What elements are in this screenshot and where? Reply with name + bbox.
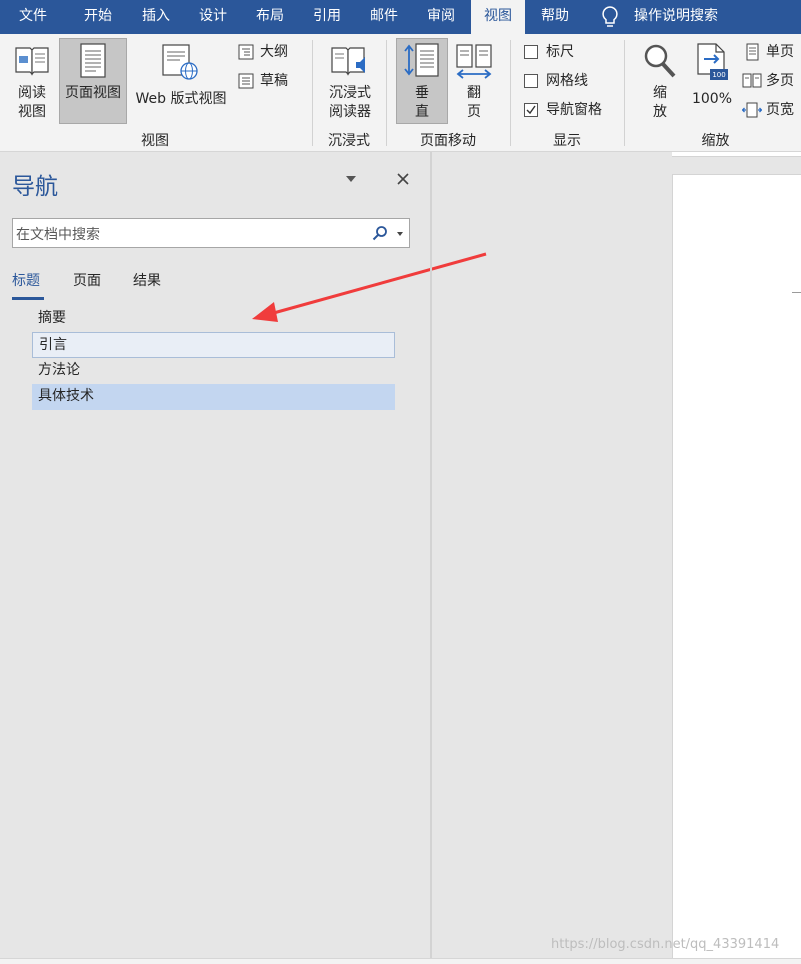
menu-mailings[interactable]: 邮件 [358, 0, 410, 34]
read-mode-label-1: 阅读 [18, 85, 46, 101]
zoom-button[interactable]: 缩 放 [636, 40, 684, 126]
lightbulb-icon[interactable] [600, 5, 620, 29]
outline-button[interactable]: 大纲 [238, 42, 298, 64]
outline-label: 大纲 [260, 44, 288, 60]
zoom-100-label: 100% [691, 91, 733, 107]
ruler-label: 标尺 [546, 44, 574, 60]
close-icon[interactable] [396, 172, 410, 186]
pane-splitter[interactable] [430, 152, 432, 958]
page-width-button[interactable]: 页宽 [742, 100, 801, 122]
gridlines-label: 网格线 [546, 73, 588, 89]
one-page-label: 单页 [766, 44, 794, 60]
vertical-button[interactable]: 垂 直 [396, 38, 448, 124]
search-icon[interactable] [372, 225, 388, 241]
heading-item[interactable]: 引言 [32, 332, 395, 358]
one-page-button[interactable]: 单页 [742, 42, 801, 64]
menu-review[interactable]: 审阅 [415, 0, 467, 34]
tab-pages[interactable]: 页面 [73, 270, 101, 290]
navigation-pane-title: 导航 [12, 174, 58, 200]
menu-layout[interactable]: 布局 [244, 0, 296, 34]
vertical-label-1: 垂 [415, 85, 429, 101]
ruler-checkbox-box[interactable] [524, 45, 538, 59]
one-page-icon [746, 43, 759, 61]
page-icon [80, 43, 106, 78]
menu-references[interactable]: 引用 [301, 0, 353, 34]
separator [312, 40, 313, 146]
checkmark-icon [526, 105, 536, 115]
page-movement-group-label: 页面移动 [420, 133, 476, 149]
gridlines-checkbox-box[interactable] [524, 74, 538, 88]
print-layout-button[interactable]: 页面视图 [59, 38, 127, 124]
immersive-group-label: 沉浸式 [328, 133, 370, 149]
multiple-pages-button[interactable]: 多页 [742, 71, 801, 93]
status-bar [0, 958, 801, 964]
menu-view[interactable]: 视图 [471, 0, 525, 34]
tell-me-search[interactable]: 操作说明搜索 [634, 0, 718, 34]
zoom-group-label: 缩放 [701, 133, 730, 149]
menu-home[interactable]: 开始 [72, 0, 124, 34]
tab-headings[interactable]: 标题 [12, 270, 40, 290]
zoom-100-button[interactable]: 100 100% [688, 40, 736, 126]
menu-bar: 文件 开始 插入 设计 布局 引用 邮件 审阅 视图 帮助 操作说明搜索 [0, 0, 801, 34]
multiple-pages-label: 多页 [766, 73, 794, 89]
draft-button[interactable]: 草稿 [238, 71, 298, 93]
menu-design[interactable]: 设计 [187, 0, 239, 34]
multiple-pages-icon [742, 73, 762, 88]
read-mode-button[interactable]: 阅读 视图 [4, 40, 58, 126]
web-page-icon [162, 44, 198, 80]
annotation-arrow [252, 252, 487, 322]
page-width-label: 页宽 [766, 102, 794, 118]
side-to-side-button[interactable]: 翻 页 [450, 40, 498, 126]
menu-help[interactable]: 帮助 [528, 0, 582, 34]
ribbon: 阅读 视图 页面视图 Web 版式视图 大纲 草稿 视图 沉浸式 阅读器 沉浸式… [0, 34, 801, 152]
immersive-reader-button[interactable]: 沉浸式 阅读器 [320, 40, 380, 126]
book-icon [15, 47, 49, 76]
watermark: https://blog.csdn.net/qq_43391414 [551, 937, 780, 952]
search-options-dropdown-icon[interactable] [395, 229, 405, 239]
menu-insert[interactable]: 插入 [130, 0, 182, 34]
navigation-pane-checkbox[interactable]: 导航窗格 [524, 100, 614, 120]
web-layout-label: Web 版式视图 [135, 91, 227, 107]
views-group-label: 视图 [141, 133, 169, 149]
zoom-label-2: 放 [653, 104, 667, 120]
immersive-reader-label-1: 沉浸式 [329, 85, 371, 101]
zoom-100-badge: 100 [712, 71, 726, 79]
ruler-checkbox[interactable]: 标尺 [524, 42, 614, 62]
active-tab-indicator [12, 297, 44, 300]
show-group-label: 显示 [553, 133, 581, 149]
heading-item-selected[interactable]: 具体技术 [32, 384, 395, 410]
draft-icon [238, 73, 254, 89]
margin-marker [792, 292, 801, 293]
document-page[interactable] [672, 174, 801, 959]
page-width-icon [742, 102, 762, 118]
side-to-side-label-1: 翻 [467, 85, 481, 101]
gridlines-checkbox[interactable]: 网格线 [524, 71, 614, 91]
separator [624, 40, 625, 146]
search-placeholder: 在文档中搜索 [16, 227, 100, 243]
navigation-pane-label: 导航窗格 [546, 102, 602, 118]
previous-page-edge [672, 152, 801, 157]
immersive-reader-label-2: 阅读器 [329, 104, 371, 120]
read-mode-label-2: 视图 [18, 104, 46, 120]
side-to-side-icon [456, 44, 492, 79]
separator [510, 40, 511, 146]
magnifier-icon [644, 44, 676, 78]
zoom-label-1: 缩 [653, 85, 667, 101]
tab-results[interactable]: 结果 [133, 270, 161, 290]
navigation-pane-checkbox-box[interactable] [524, 103, 538, 117]
separator [386, 40, 387, 146]
outline-icon [238, 44, 254, 60]
print-layout-label: 页面视图 [65, 85, 121, 101]
side-to-side-label-2: 页 [467, 104, 481, 120]
web-layout-button[interactable]: Web 版式视图 [130, 40, 232, 126]
pane-options-dropdown-icon[interactable] [344, 172, 358, 186]
vertical-label-2: 直 [415, 104, 429, 120]
heading-item[interactable]: 方法论 [32, 358, 395, 384]
draft-label: 草稿 [260, 73, 288, 89]
immersive-reader-icon [331, 47, 365, 76]
menu-file[interactable]: 文件 [6, 0, 60, 34]
vertical-scroll-icon [404, 43, 439, 77]
